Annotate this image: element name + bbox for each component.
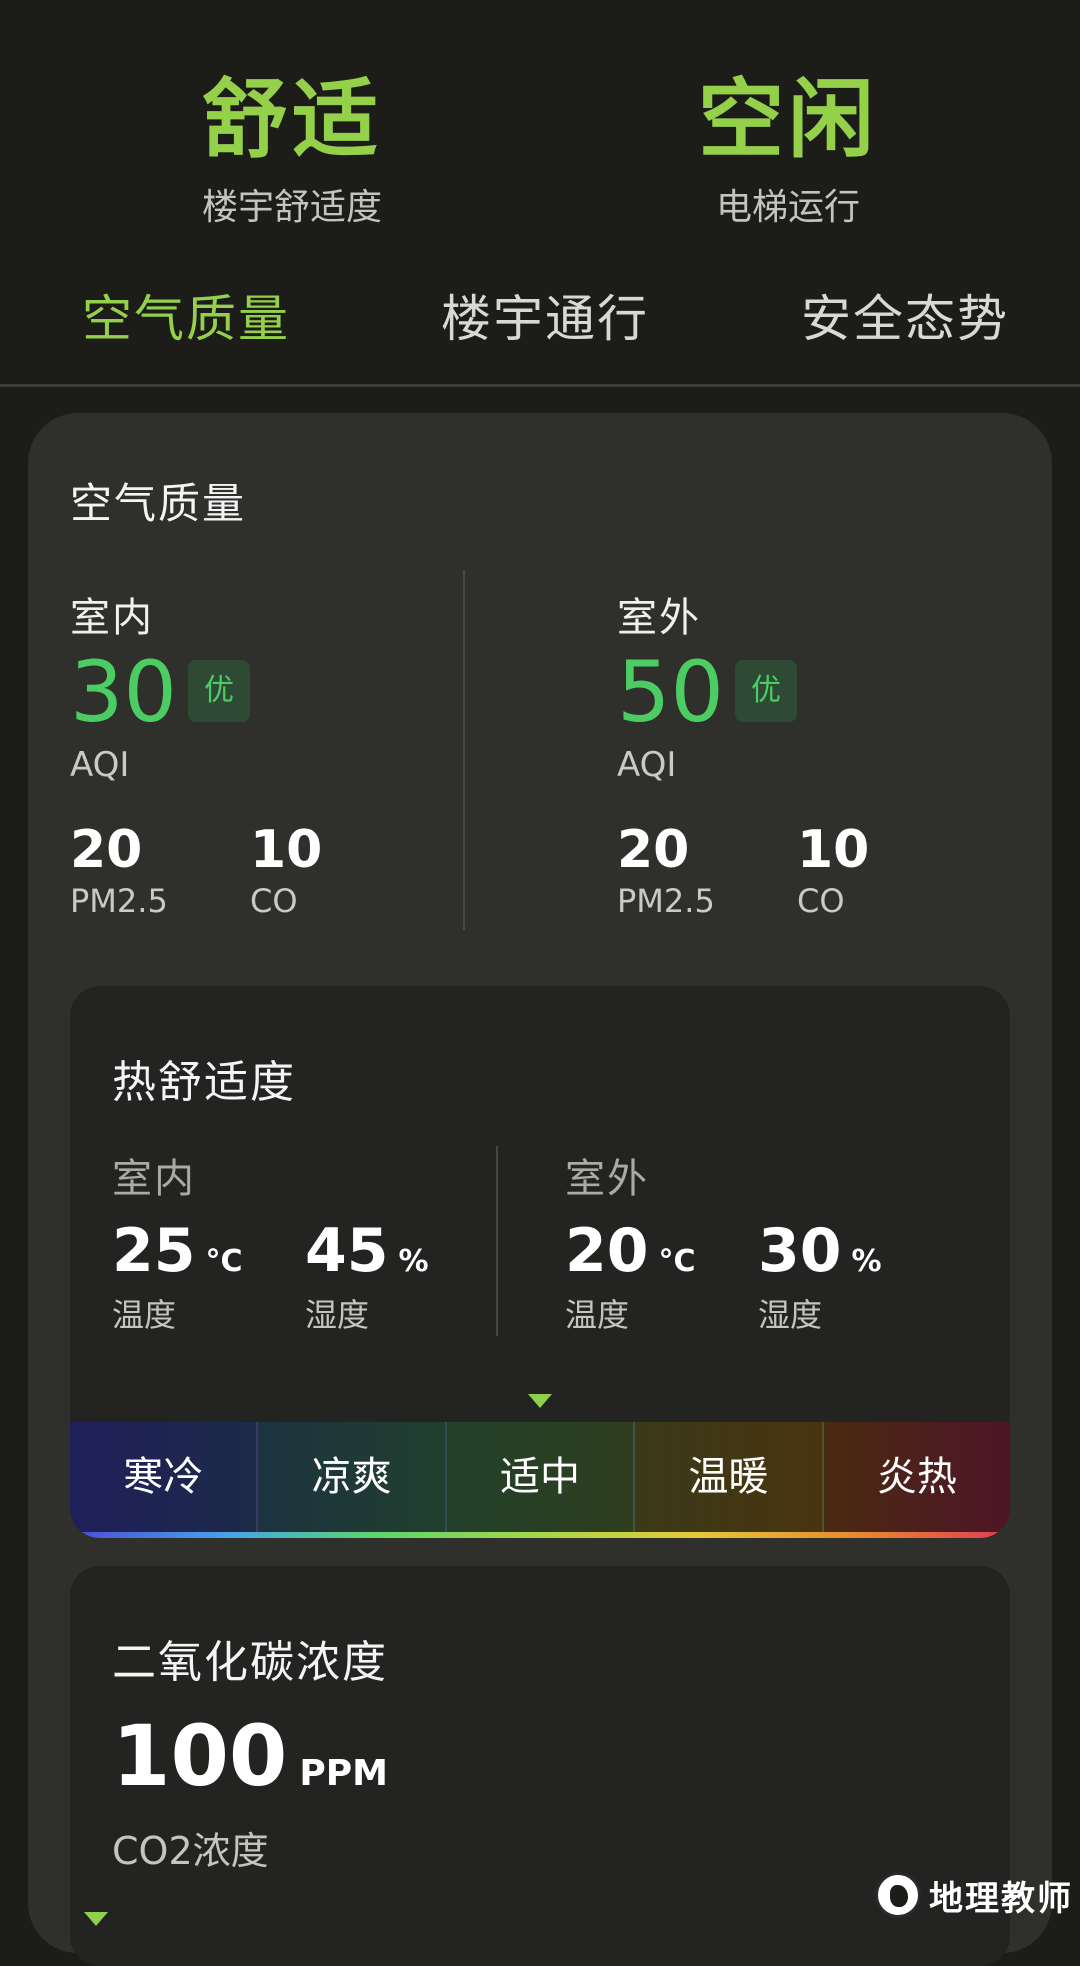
outdoor-aqi-value: 50 [617,643,724,741]
outdoor-pm25-label: PM2.5 [617,882,715,920]
building-comfort-value: 舒适 [202,70,382,170]
comfort-scale-cold: 寒冷 [70,1422,259,1532]
comfort-scale-cool: 凉爽 [258,1422,447,1532]
co2-unit: PPM [299,1753,388,1794]
indoor-air-quality: 室内 30 优 AQI 20 PM2.5 10 CO [70,585,470,925]
indoor-pm25-value: 20 [70,820,143,880]
outdoor-label: 室外 [617,595,701,641]
tab-building-traffic[interactable]: 楼宇通行 [441,282,649,357]
outdoor-pm25-value: 20 [617,820,690,880]
outdoor-pm25: 20 PM2.5 [617,820,715,920]
indoor-aqi-grade-badge: 优 [188,660,250,722]
building-comfort-label: 楼宇舒适度 [201,187,382,228]
indoor-temperature-label: 温度 [112,1296,177,1334]
outdoor-co-label: CO [797,882,845,920]
outdoor-temperature-unit: °C [658,1244,696,1279]
comfort-scale-hot: 炎热 [823,1422,1010,1532]
outdoor-thermal: 室外 20 °C 温度 30% 湿度 [565,1146,965,1336]
elevator-status-stat: 空闲 电梯运行 [588,70,988,230]
indoor-co-label: CO [250,882,298,920]
tab-bar: 空气质量 楼宇通行 安全态势 [0,282,1080,357]
co2-label: CO2浓度 [112,1829,269,1873]
outdoor-co: 10 CO [797,820,869,920]
outdoor-humidity-value: 30 [758,1216,842,1286]
comfort-scale: 寒冷 凉爽 适中 温暖 炎热 [70,1422,1010,1532]
globe-logo-icon [875,1872,921,1918]
outdoor-co-value: 10 [797,820,870,880]
outdoor-temperature: 20 °C 温度 [565,1216,696,1336]
air-quality-title: 空气质量 [70,479,247,528]
indoor-humidity-label: 湿度 [305,1296,370,1334]
indoor-temperature-value: 25 [112,1216,196,1286]
indoor-temperature-unit: °C [205,1244,243,1279]
elevator-status-label: 电梯运行 [715,187,860,228]
co2-value: 100 [112,1707,288,1805]
tab-security-status[interactable]: 安全态势 [801,282,1009,357]
outdoor-humidity-unit: % [851,1244,882,1279]
indoor-temperature: 25 °C 温度 [112,1216,243,1336]
tab-air-quality[interactable]: 空气质量 [82,282,290,357]
comfort-scale-moderate: 适中 [446,1422,636,1532]
thermal-comfort-title: 热舒适度 [112,1057,296,1108]
tab-divider [0,384,1080,387]
co2-card: 二氧化碳浓度 100 PPM CO2浓度 [70,1566,1010,1966]
indoor-label: 室内 [70,595,154,641]
comfort-gradient-bar [70,1532,1010,1538]
thermal-indoor-label: 室内 [112,1156,196,1202]
elevator-status-value: 空闲 [698,70,878,170]
indoor-aqi-label: AQI [70,745,130,785]
co2-title: 二氧化碳浓度 [112,1637,388,1688]
co2-reading: 100 PPM [112,1706,388,1806]
thermal-outdoor-label: 室外 [565,1156,649,1202]
watermark: 地理教师 [875,1870,1073,1920]
outdoor-air-quality: 室外 50 优 AQI 20 PM2.5 10 CO [617,585,1017,925]
thermal-comfort-card: 热舒适度 室内 25 °C 温度 45% 湿度 室外 20 °C 温度 30% 湿度… [70,986,1010,1538]
indoor-humidity-value: 45 [305,1216,389,1286]
comfort-scale-warm: 温暖 [635,1422,824,1532]
outdoor-temperature-value: 20 [565,1216,649,1286]
indoor-aqi-value: 30 [70,643,177,741]
co2-level-pointer-icon [84,1912,108,1926]
indoor-co: 10 CO [250,820,322,920]
watermark-text: 地理教师 [929,1878,1073,1919]
outdoor-temperature-label: 温度 [565,1296,630,1334]
indoor-co-value: 10 [250,820,323,880]
indoor-humidity: 45% 湿度 [305,1216,429,1336]
indoor-pm25: 20 PM2.5 [70,820,168,920]
outdoor-humidity: 30% 湿度 [758,1216,882,1336]
outdoor-humidity-label: 湿度 [758,1296,823,1334]
comfort-level-pointer-icon [528,1394,552,1408]
air-quality-divider [463,570,465,930]
building-comfort-stat: 舒适 楼宇舒适度 [92,70,492,230]
thermal-divider [496,1146,498,1336]
indoor-thermal: 室内 25 °C 温度 45% 湿度 [112,1146,512,1336]
indoor-humidity-unit: % [398,1244,429,1279]
outdoor-aqi-grade-badge: 优 [735,660,797,722]
indoor-pm25-label: PM2.5 [70,882,168,920]
outdoor-aqi-label: AQI [617,745,677,785]
